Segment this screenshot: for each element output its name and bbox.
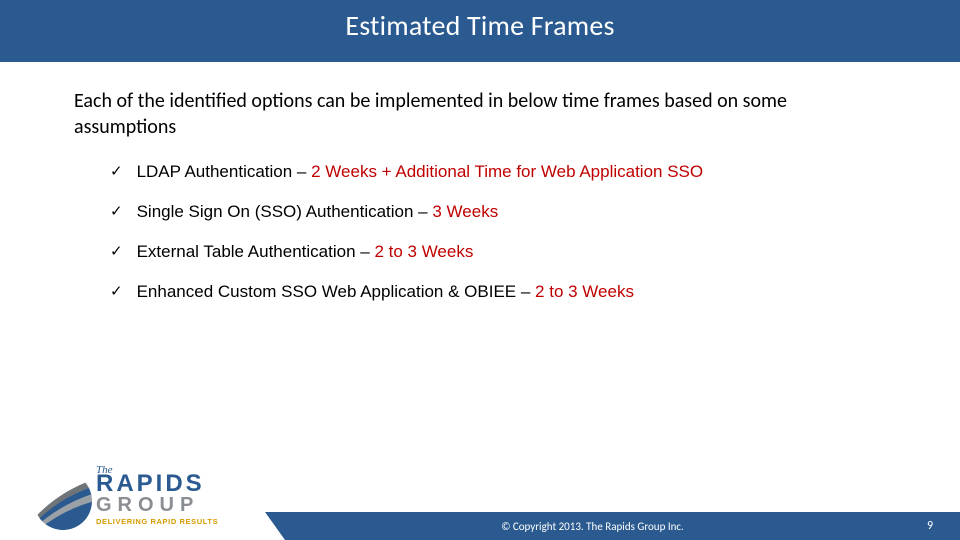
bullet-text: External Table Authentication – 2 to 3 W… xyxy=(137,240,474,264)
slide: Estimated Time Frames Each of the identi… xyxy=(0,0,960,540)
bullet-text: LDAP Authentication – 2 Weeks + Addition… xyxy=(137,160,704,184)
logo-line1: RAPIDS xyxy=(96,473,218,496)
bullet-label: LDAP Authentication – xyxy=(137,162,312,181)
bullet-label: External Table Authentication – xyxy=(137,242,375,261)
checkmark-icon: ✓ xyxy=(110,280,123,304)
swoosh-icon xyxy=(34,472,92,530)
page-number: 9 xyxy=(900,519,960,533)
list-item: ✓ External Table Authentication – 2 to 3… xyxy=(110,240,890,264)
checkmark-icon: ✓ xyxy=(110,240,123,264)
logo-line2: GROUP xyxy=(96,496,218,515)
bullet-list: ✓ LDAP Authentication – 2 Weeks + Additi… xyxy=(110,160,890,320)
brand-logo: The RAPIDS GROUP DELIVERING RAPID RESULT… xyxy=(34,468,244,540)
checkmark-icon: ✓ xyxy=(110,200,123,224)
logo-tagline: DELIVERING RAPID RESULTS xyxy=(96,517,218,526)
bullet-label: Enhanced Custom SSO Web Application & OB… xyxy=(137,282,535,301)
title-accent-stripe xyxy=(0,50,960,62)
bullet-label: Single Sign On (SSO) Authentication – xyxy=(137,202,433,221)
list-item: ✓ LDAP Authentication – 2 Weeks + Additi… xyxy=(110,160,890,184)
logo-text: The RAPIDS GROUP DELIVERING RAPID RESULT… xyxy=(96,467,218,526)
intro-paragraph: Each of the identified options can be im… xyxy=(74,88,886,140)
bullet-highlight: 3 Weeks xyxy=(432,202,498,221)
slide-title: Estimated Time Frames xyxy=(0,0,960,50)
footer-copyright: © Copyright 2013. The Rapids Group Inc. xyxy=(285,520,900,533)
footer-diagonal-icon xyxy=(265,512,285,540)
bullet-text: Enhanced Custom SSO Web Application & OB… xyxy=(137,280,634,304)
checkmark-icon: ✓ xyxy=(110,160,123,184)
list-item: ✓ Enhanced Custom SSO Web Application & … xyxy=(110,280,890,304)
bullet-text: Single Sign On (SSO) Authentication – 3 … xyxy=(137,200,499,224)
bullet-highlight: 2 to 3 Weeks xyxy=(374,242,473,261)
bullet-highlight: 2 Weeks + Additional Time for Web Applic… xyxy=(311,162,703,181)
list-item: ✓ Single Sign On (SSO) Authentication – … xyxy=(110,200,890,224)
bullet-highlight: 2 to 3 Weeks xyxy=(535,282,634,301)
